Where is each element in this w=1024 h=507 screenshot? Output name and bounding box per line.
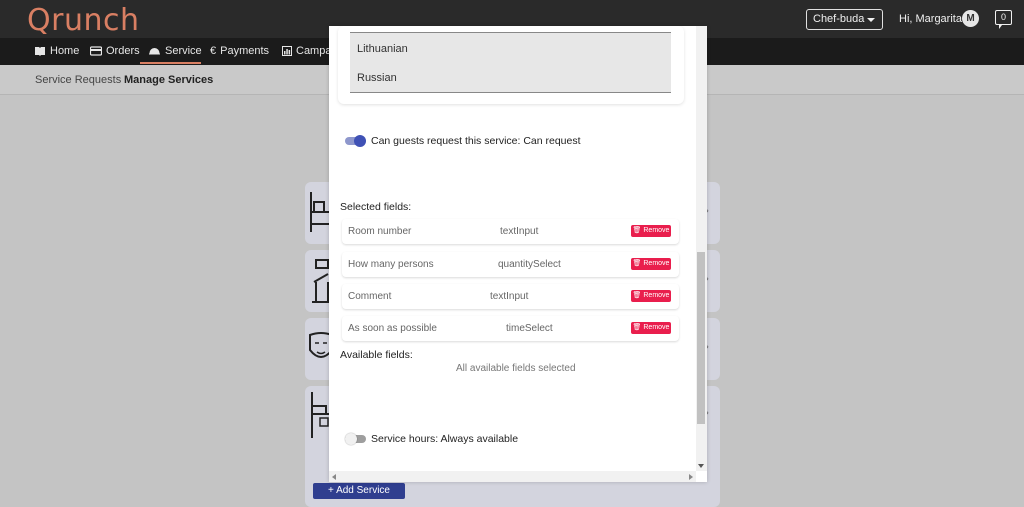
user-avatar[interactable]: M [962, 10, 979, 27]
active-nav-indicator [140, 62, 201, 64]
guest-request-label: Can guests request this service: Can req… [371, 135, 581, 147]
selected-field-row: As soon as possible timeSelect 🗑 Remove [342, 316, 679, 341]
nav-item-label: Campa [296, 45, 332, 57]
nav-item-label: Orders [106, 45, 140, 57]
language-option-russian[interactable]: Russian [350, 62, 671, 93]
service-hours-toggle[interactable] [345, 433, 366, 445]
nav-item-label: Payments [220, 45, 270, 57]
remove-field-button[interactable]: 🗑 Remove [631, 258, 671, 270]
card-icon [90, 46, 102, 56]
field-name: Comment [348, 291, 392, 302]
nav-item-home[interactable]: Home [34, 45, 79, 57]
remove-button-label: Remove [643, 324, 670, 331]
field-name: As soon as possible [348, 323, 437, 334]
remove-button-label: Remove [643, 260, 670, 267]
scrollbar-thumb[interactable] [697, 252, 705, 424]
field-name: Room number [348, 226, 412, 237]
trash-icon: 🗑 [632, 324, 642, 331]
nav-item-label: Home [50, 45, 80, 57]
selected-field-row: Comment textInput 🗑 Remove [342, 284, 679, 309]
chart-icon [282, 46, 292, 56]
field-name: How many persons [348, 259, 434, 270]
scroll-left-arrow-icon[interactable] [332, 474, 336, 480]
remove-field-button[interactable]: 🗑 Remove [631, 290, 671, 302]
user-greeting: Hi, Margarita [899, 13, 962, 25]
service-hours-label: Service hours: Always available [371, 433, 519, 445]
nav-item-label: Service [165, 45, 202, 57]
language-option-lithuanian[interactable]: Lithuanian [350, 32, 671, 63]
field-type: textInput [500, 226, 539, 237]
remove-button-label: Remove [643, 292, 670, 299]
remove-button-label: Remove [643, 227, 670, 234]
toggle-knob [345, 433, 357, 445]
field-type: timeSelect [506, 323, 553, 334]
selected-fields-title: Selected fields: [340, 201, 412, 213]
available-fields-title: Available fields: [340, 349, 413, 361]
venue-select-value: Chef-buda [813, 13, 865, 25]
scroll-right-arrow-icon[interactable] [689, 474, 693, 480]
edit-service-modal: Lithuanian Russian Can guests request th… [329, 26, 707, 482]
caret-down-icon [867, 18, 875, 22]
languages-card: Lithuanian Russian [338, 26, 684, 104]
subnav-manage-services[interactable]: Manage Services [124, 74, 213, 86]
modal-vertical-scrollbar[interactable] [696, 26, 707, 471]
field-type: textInput [490, 291, 529, 302]
available-fields-empty: All available fields selected [456, 363, 576, 374]
nav-item-campaigns[interactable]: Campa [282, 45, 331, 57]
scroll-down-arrow-icon[interactable] [698, 464, 704, 468]
trash-icon: 🗑 [632, 227, 642, 234]
guest-request-toggle[interactable] [345, 135, 366, 147]
selected-field-row: How many persons quantitySelect 🗑 Remove [342, 252, 679, 277]
euro-icon: € [210, 45, 217, 57]
field-type: quantitySelect [498, 259, 561, 270]
messages-icon[interactable]: 0 [995, 10, 1012, 29]
subnav-service-requests[interactable]: Service Requests [35, 74, 121, 86]
venue-select[interactable]: Chef-buda [806, 9, 883, 30]
toggle-knob [354, 135, 366, 147]
selected-field-row: Room number textInput 🗑 Remove [342, 219, 679, 244]
remove-field-button[interactable]: 🗑 Remove [631, 225, 671, 237]
nav-item-service[interactable]: Service [148, 45, 202, 57]
modal-horizontal-scrollbar[interactable] [329, 471, 696, 482]
add-service-button[interactable]: + Add Service [313, 483, 405, 499]
app-logo[interactable]: Qrunch [27, 3, 139, 38]
remove-field-button[interactable]: 🗑 Remove [631, 322, 671, 334]
nav-item-orders[interactable]: Orders [90, 45, 140, 57]
cloche-icon [149, 48, 160, 55]
trash-icon: 🗑 [632, 292, 642, 299]
nav-item-payments[interactable]: € Payments [210, 45, 269, 57]
trash-icon: 🗑 [632, 260, 642, 267]
book-icon [35, 47, 45, 56]
